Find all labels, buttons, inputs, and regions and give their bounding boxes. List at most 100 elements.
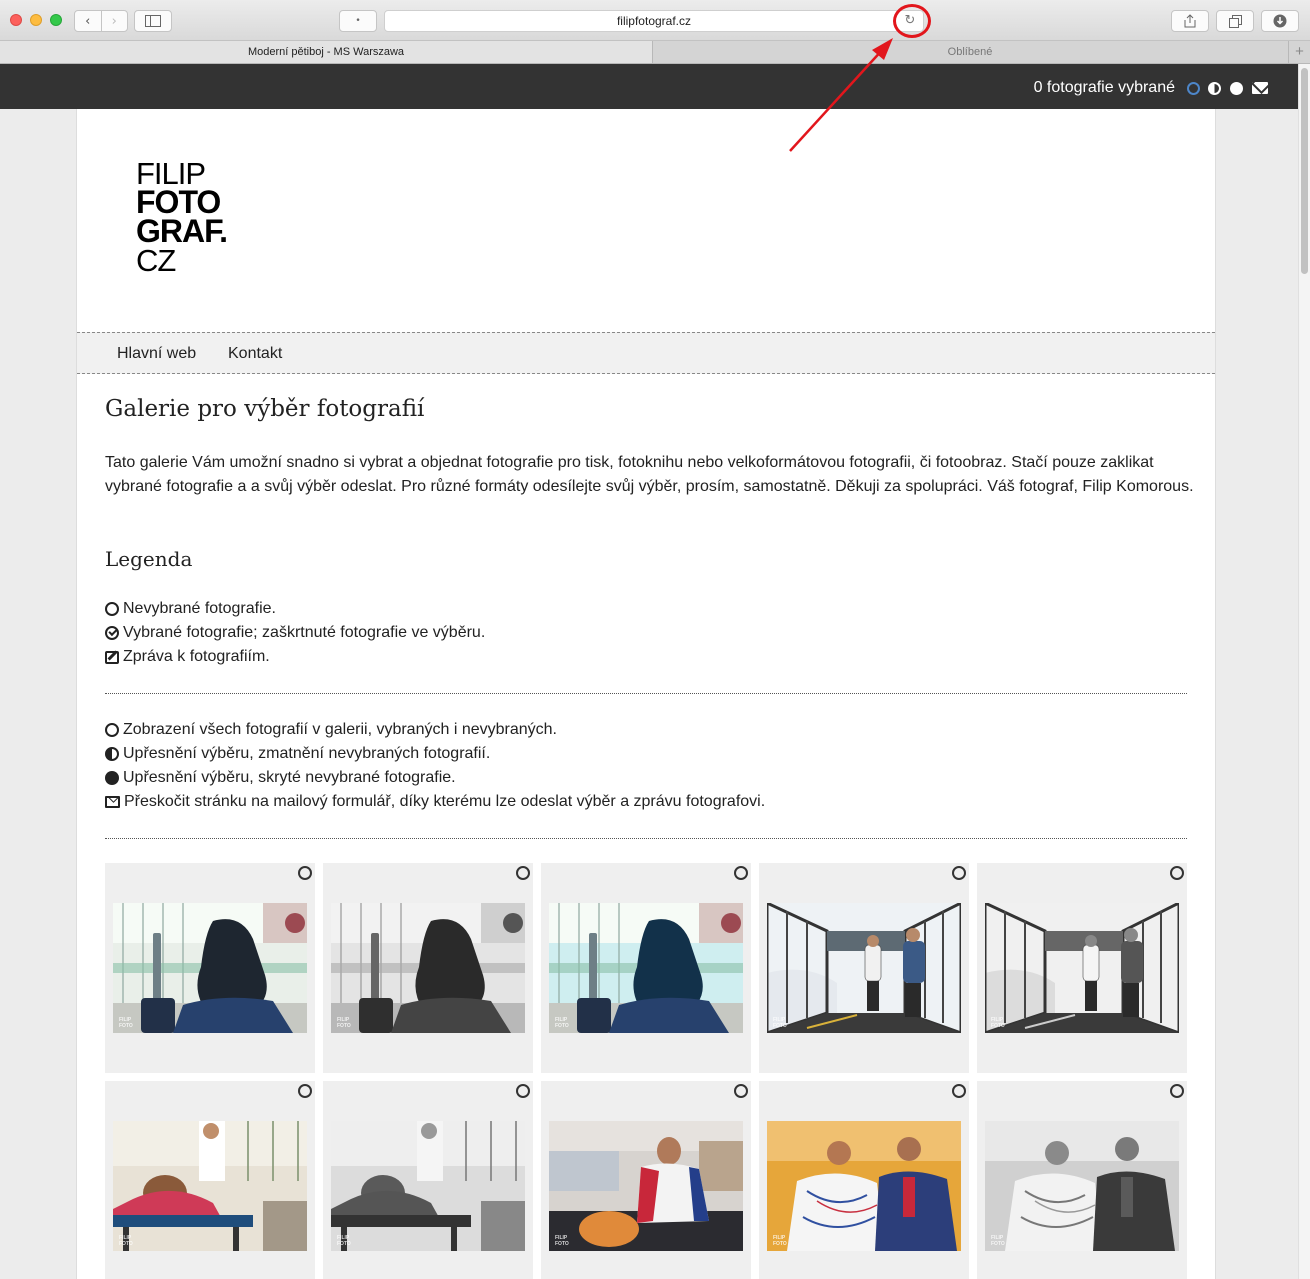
sidebar-icon[interactable] <box>134 10 172 32</box>
zoom-window-button[interactable] <box>50 14 62 26</box>
divider <box>105 693 1187 694</box>
photo-image[interactable]: FILIP FOTO <box>549 903 743 1033</box>
gallery-photo[interactable]: FILIP FOTO <box>541 863 751 1073</box>
legend-text: Zpráva k fotografiím. <box>123 648 270 665</box>
half-circle-icon[interactable] <box>1208 82 1221 95</box>
select-circle-icon[interactable] <box>952 866 966 880</box>
back-icon[interactable]: ‹ <box>75 11 101 31</box>
photo-image[interactable]: FILIP FOTO <box>549 1121 743 1251</box>
logo-line: GRAF. <box>136 213 228 249</box>
view-item: Přeskočit stránku na mailový formulář, d… <box>105 790 1185 814</box>
gallery-photo[interactable]: FILIP FOTO <box>541 1081 751 1279</box>
page-content: FILIP FOTO GRAF. CZ Hlavní web Kontakt G… <box>76 109 1216 1279</box>
site-logo[interactable]: FILIP FOTO GRAF. CZ <box>136 158 228 278</box>
gallery-photo[interactable]: FILIP FOTO <box>977 863 1187 1073</box>
minimize-window-button[interactable] <box>30 14 42 26</box>
edit-icon <box>105 650 119 664</box>
view-item: Zobrazení všech fotografií v galerii, vy… <box>105 718 1185 742</box>
scrollbar-thumb[interactable] <box>1301 68 1308 274</box>
envelope-icon[interactable] <box>1252 82 1268 94</box>
full-circle-icon <box>105 771 119 785</box>
half-circle-icon <box>105 747 119 761</box>
select-circle-icon[interactable] <box>298 866 312 880</box>
gallery-photo[interactable]: FILIP FOTO <box>977 1081 1187 1279</box>
select-circle-icon[interactable] <box>1170 1084 1184 1098</box>
svg-text:FOTO: FOTO <box>991 1023 1005 1029</box>
menu-item-hlavni-web[interactable]: Hlavní web <box>117 345 196 363</box>
share-icon[interactable] <box>1171 10 1209 32</box>
select-circle-icon[interactable] <box>734 866 748 880</box>
selected-count: 0 fotografie vybrané <box>1033 79 1175 96</box>
view-item: Upřesnění výběru, zmatnění nevybraných f… <box>105 742 1185 766</box>
legend-text: Vybrané fotografie; zaškrtnuté fotografi… <box>123 624 486 641</box>
svg-text:FOTO: FOTO <box>337 1241 351 1247</box>
svg-text:FOTO: FOTO <box>119 1241 133 1247</box>
photo-image[interactable]: FILIP FOTO <box>113 1121 307 1251</box>
select-circle-icon[interactable] <box>734 1084 748 1098</box>
logo-line: CZ <box>136 243 176 278</box>
select-circle-icon[interactable] <box>952 1084 966 1098</box>
divider <box>105 838 1187 839</box>
tab-bar: Moderní pětiboj - MS Warszawa Oblíbené + <box>0 41 1310 64</box>
reload-highlight-circle <box>893 4 931 38</box>
circle-outline-icon <box>105 723 119 737</box>
svg-text:FOTO: FOTO <box>773 1023 787 1029</box>
circle-outline-icon <box>105 602 119 616</box>
circle-outline-icon[interactable] <box>1187 82 1200 95</box>
gallery-photo[interactable]: FILIP FOTO <box>759 1081 969 1279</box>
privacy-dot-icon[interactable]: • <box>339 10 377 32</box>
new-tab-icon[interactable]: + <box>1288 41 1310 63</box>
photo-image[interactable]: FILIP FOTO <box>985 903 1179 1033</box>
gallery-photo[interactable]: FILIP FOTO <box>759 863 969 1073</box>
svg-text:FOTO: FOTO <box>555 1241 569 1247</box>
view-text: Zobrazení všech fotografií v galerii, vy… <box>123 721 557 738</box>
forward-icon[interactable]: › <box>100 11 128 31</box>
view-text: Přeskočit stránku na mailový formulář, d… <box>124 793 766 810</box>
photo-image[interactable]: FILIP FOTO <box>767 903 961 1033</box>
svg-text:FOTO: FOTO <box>119 1023 133 1029</box>
selection-bar: 0 fotografie vybrané <box>0 64 1298 109</box>
legend-title: Legenda <box>105 547 193 571</box>
photo-image[interactable]: FILIP FOTO <box>113 903 307 1033</box>
main-menu: Hlavní web Kontakt <box>77 332 1215 374</box>
svg-text:FOTO: FOTO <box>555 1023 569 1029</box>
close-window-button[interactable] <box>10 14 22 26</box>
address-bar[interactable]: filipfotograf.cz <box>384 10 924 32</box>
photo-image[interactable]: FILIP FOTO <box>767 1121 961 1251</box>
select-circle-icon[interactable] <box>516 1084 530 1098</box>
view-mode-list: Zobrazení všech fotografií v galerii, vy… <box>105 718 1185 814</box>
gallery-photo[interactable]: FILIP FOTO <box>105 863 315 1073</box>
legend-item: Zpráva k fotografiím. <box>105 645 1185 669</box>
legend-text: Nevybrané fotografie. <box>123 600 276 617</box>
intro-text: Tato galerie Vám umožní snadno si vybrat… <box>105 454 1194 495</box>
tab-moderni-petiboj[interactable]: Moderní pětiboj - MS Warszawa <box>0 41 653 63</box>
svg-text:FOTO: FOTO <box>337 1023 351 1029</box>
photo-image[interactable]: FILIP FOTO <box>985 1121 1179 1251</box>
gallery-photo[interactable]: FILIP FOTO <box>323 863 533 1073</box>
view-item: Upřesnění výběru, skryté nevybrané fotog… <box>105 766 1185 790</box>
photo-image[interactable]: FILIP FOTO <box>331 903 525 1033</box>
downloads-icon[interactable] <box>1261 10 1299 32</box>
legend-list: Nevybrané fotografie. Vybrané fotografie… <box>105 597 1185 669</box>
page-title: Galerie pro výběr fotografií <box>105 396 425 422</box>
photo-image[interactable]: FILIP FOTO <box>331 1121 525 1251</box>
history-nav: ‹ › <box>74 10 128 32</box>
select-circle-icon[interactable] <box>298 1084 312 1098</box>
view-text: Upřesnění výběru, zmatnění nevybraných f… <box>123 745 491 762</box>
check-circle-icon <box>105 626 119 640</box>
legend-item: Nevybrané fotografie. <box>105 597 1185 621</box>
select-circle-icon[interactable] <box>1170 866 1184 880</box>
gallery-photo[interactable]: FILIP FOTO <box>323 1081 533 1279</box>
legend-item: Vybrané fotografie; zaškrtnuté fotografi… <box>105 621 1185 645</box>
envelope-icon <box>105 796 120 808</box>
scrollbar[interactable] <box>1298 64 1310 1279</box>
tabs-icon[interactable] <box>1216 10 1254 32</box>
select-circle-icon[interactable] <box>516 866 530 880</box>
browser-toolbar: ‹ › • filipfotograf.cz ↻ <box>0 0 1310 41</box>
full-circle-icon[interactable] <box>1230 82 1243 95</box>
svg-text:FOTO: FOTO <box>773 1241 787 1247</box>
menu-item-kontakt[interactable]: Kontakt <box>228 345 282 363</box>
view-text: Upřesnění výběru, skryté nevybrané fotog… <box>123 769 456 786</box>
gallery-photo[interactable]: FILIP FOTO <box>105 1081 315 1279</box>
tab-oblibene[interactable]: Oblíbené <box>654 41 1286 63</box>
